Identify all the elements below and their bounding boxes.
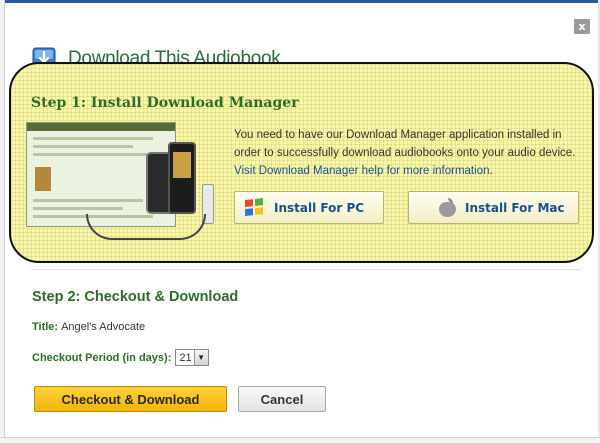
checkout-period-select[interactable]: 21 ▼ xyxy=(175,349,209,366)
media-player-image xyxy=(168,142,196,214)
windows-logo-icon xyxy=(245,197,265,217)
close-icon: x xyxy=(578,20,586,33)
checkout-period-label: Checkout Period (in days): xyxy=(32,351,172,364)
help-link-suffix: . xyxy=(489,165,493,177)
install-for-mac-label: Install For Mac xyxy=(465,200,565,215)
title-value: Angel's Advocate xyxy=(61,321,146,333)
checkout-period-row: Checkout Period (in days): 21 ▼ xyxy=(32,349,209,366)
cancel-label: Cancel xyxy=(260,391,304,407)
headphone-cable-image xyxy=(86,214,206,240)
apple-logo-icon xyxy=(439,198,456,217)
step1-description: You need to have our Download Manager ap… xyxy=(234,126,579,180)
title-label: Title: xyxy=(32,321,59,333)
step2-heading: Step 2: Checkout & Download xyxy=(32,289,239,305)
window-bottom-edge xyxy=(0,437,600,443)
install-for-pc-label: Install For PC xyxy=(274,200,365,215)
install-for-mac-button[interactable]: Install For Mac xyxy=(408,191,579,224)
checkout-download-label: Checkout & Download xyxy=(61,391,200,407)
download-manager-help-link[interactable]: Visit Download Manager help for more inf… xyxy=(234,165,489,177)
install-for-pc-button[interactable]: Install For PC xyxy=(234,191,384,224)
window-top-edge xyxy=(0,0,600,3)
title-row: Title: Angel's Advocate xyxy=(32,321,145,333)
checkout-download-button[interactable]: Checkout & Download xyxy=(34,386,227,412)
step1-description-text: You need to have our Download Manager ap… xyxy=(234,129,576,159)
download-manager-promo-image xyxy=(26,122,216,244)
close-button[interactable]: x xyxy=(574,19,590,34)
cancel-button[interactable]: Cancel xyxy=(238,386,326,412)
section-divider xyxy=(31,269,580,270)
checkout-period-value: 21 xyxy=(179,351,192,364)
window-left-edge xyxy=(0,0,5,443)
step1-heading: Step 1: Install Download Manager xyxy=(31,95,299,111)
chevron-down-icon[interactable]: ▼ xyxy=(193,350,208,365)
